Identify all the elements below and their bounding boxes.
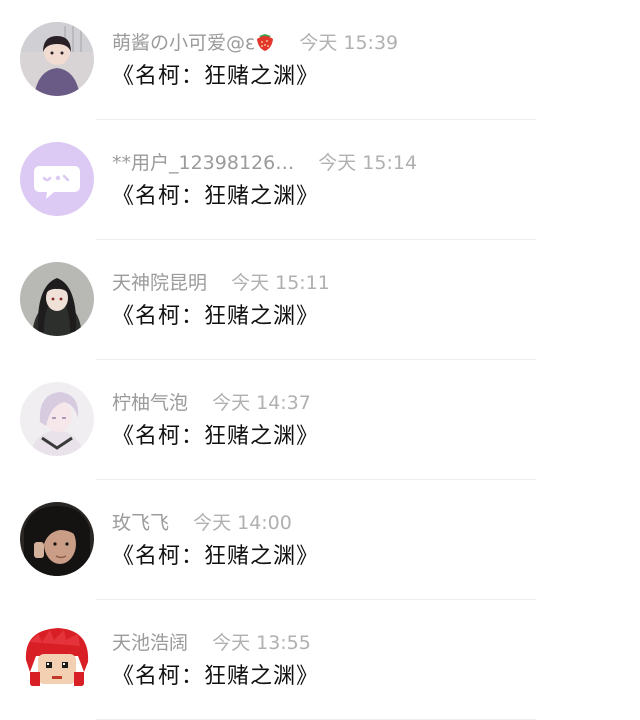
- comment-list: 萌酱の小可爱@ε 今天 15:39 《名柯：狂赌之渊》 **用户_1239812…: [0, 0, 640, 720]
- avatar-image: [20, 502, 94, 576]
- comment-item[interactable]: 柠柚气泡 今天 14:37 《名柯：狂赌之渊》: [0, 360, 640, 480]
- comment-text: 《名柯：狂赌之渊》: [112, 424, 320, 449]
- timestamp: 今天 15:11: [231, 272, 330, 294]
- comment-meta: **用户_12398126… 今天 15:14: [112, 150, 417, 176]
- avatar-image: [20, 622, 94, 696]
- username[interactable]: 天神院昆明: [112, 272, 207, 294]
- comment-text: 《名柯：狂赌之渊》: [112, 544, 320, 569]
- timestamp: 今天 15:39: [299, 32, 399, 54]
- avatar-image: [20, 262, 94, 336]
- username[interactable]: 天池浩阔: [112, 632, 188, 654]
- username[interactable]: 柠柚气泡: [112, 392, 188, 414]
- avatar[interactable]: [20, 142, 94, 216]
- avatar[interactable]: [20, 502, 94, 576]
- comment-item[interactable]: 玫飞飞 今天 14:00 《名柯：狂赌之渊》: [0, 480, 640, 600]
- timestamp: 今天 14:00: [193, 512, 292, 534]
- comment-text: 《名柯：狂赌之渊》: [112, 184, 320, 209]
- comment-item[interactable]: 天神院昆明 今天 15:11 《名柯：狂赌之渊》: [0, 240, 640, 360]
- comment-text: 《名柯：狂赌之渊》: [112, 664, 320, 689]
- comment-meta: 柠柚气泡 今天 14:37: [112, 390, 311, 416]
- avatar-image: [20, 382, 94, 456]
- avatar-image: [20, 22, 94, 96]
- comment-item[interactable]: 萌酱の小可爱@ε 今天 15:39 《名柯：狂赌之渊》: [0, 0, 640, 120]
- comment-meta: 玫飞飞 今天 14:00: [112, 510, 292, 536]
- avatar-image: [20, 142, 94, 216]
- comment-text: 《名柯：狂赌之渊》: [112, 304, 320, 329]
- avatar[interactable]: [20, 622, 94, 696]
- timestamp: 今天 13:55: [212, 632, 311, 654]
- comment-meta: 萌酱の小可爱@ε 今天 15:39: [112, 30, 398, 59]
- username[interactable]: 玫飞飞: [112, 512, 169, 534]
- timestamp: 今天 15:14: [318, 152, 418, 174]
- avatar[interactable]: [20, 22, 94, 96]
- username[interactable]: **用户_12398126…: [112, 152, 294, 174]
- comment-item[interactable]: **用户_12398126… 今天 15:14 《名柯：狂赌之渊》: [0, 120, 640, 240]
- timestamp: 今天 14:37: [212, 392, 311, 414]
- avatar[interactable]: [20, 382, 94, 456]
- comment-meta: 天神院昆明 今天 15:11: [112, 270, 330, 296]
- comment-text: 《名柯：狂赌之渊》: [112, 64, 320, 89]
- strawberry-icon: [255, 30, 275, 59]
- username[interactable]: 萌酱の小可爱@ε: [112, 32, 255, 54]
- comment-meta: 天池浩阔 今天 13:55: [112, 630, 311, 656]
- avatar[interactable]: [20, 262, 94, 336]
- comment-item[interactable]: 天池浩阔 今天 13:55 《名柯：狂赌之渊》: [0, 600, 640, 720]
